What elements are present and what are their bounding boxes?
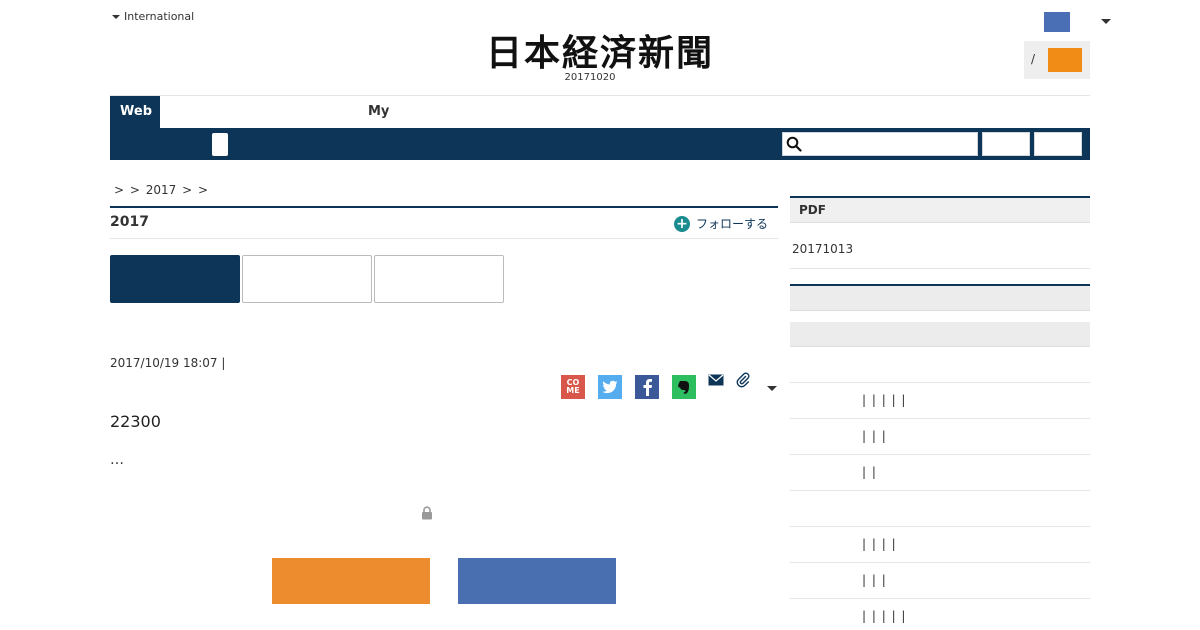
bird-icon <box>602 380 618 394</box>
twitter-icon[interactable] <box>598 375 622 399</box>
comme-label: CO ME <box>566 378 580 395</box>
follow-button[interactable]: + フォローする <box>674 215 768 232</box>
segment-tab-3[interactable] <box>374 255 504 303</box>
sidebar-subheader <box>790 322 1090 347</box>
sidebar-item-text: | | | <box>862 573 887 587</box>
register-button[interactable] <box>272 558 430 604</box>
header-divider <box>110 95 1090 96</box>
sidebar-list-item[interactable]: | | | <box>790 563 1090 599</box>
more-share-chevron-icon[interactable] <box>767 386 777 391</box>
heading-divider <box>110 238 778 239</box>
tab-my[interactable]: My <box>368 104 389 119</box>
search-icon[interactable] <box>786 136 802 152</box>
sidebar-list-item[interactable]: | | | | <box>790 527 1090 563</box>
paper-date: 20171020 <box>564 72 616 83</box>
lock-icon <box>422 506 432 520</box>
sidebar-item-text: | | | | <box>862 537 897 551</box>
sidebar-pdf-date[interactable]: 20171013 <box>792 242 853 256</box>
article-ellipsis: … <box>110 452 124 468</box>
breadcrumb[interactable]: > > 2017 > > <box>114 183 208 197</box>
login-separator: / <box>1031 52 1036 66</box>
segment-tab-2[interactable] <box>242 255 372 303</box>
mail-icon[interactable] <box>708 374 724 386</box>
sidebar-item-text: | | | | | <box>862 609 907 623</box>
nav-item[interactable] <box>212 133 228 156</box>
search-input[interactable] <box>782 132 978 156</box>
tab-web[interactable]: Web <box>110 96 160 128</box>
subscribe-button[interactable] <box>1048 48 1082 72</box>
sidebar-section-header <box>790 286 1090 311</box>
sidebar-list-item[interactable]: | | | <box>790 419 1090 455</box>
article-lead: 22300 <box>110 412 161 431</box>
page-title: 2017 <box>110 214 149 230</box>
sidebar-item-text: | | <box>862 465 877 479</box>
edition-selector[interactable]: International <box>112 10 194 23</box>
site-logo[interactable]: 日本経済新聞 <box>450 24 750 76</box>
heading-rule <box>110 206 778 208</box>
f-logo-icon <box>643 379 652 396</box>
region-flag-icon[interactable] <box>1044 12 1070 32</box>
comme-share-icon[interactable]: CO ME <box>561 375 585 399</box>
search-button[interactable] <box>982 132 1030 156</box>
evernote-icon[interactable] <box>672 375 696 399</box>
sidebar-item-text: | | | | | <box>862 393 907 407</box>
caret-down-icon <box>112 14 120 19</box>
sidebar-list-item[interactable]: | | | | | <box>790 599 1090 630</box>
login-button[interactable] <box>458 558 616 604</box>
chevron-down-icon[interactable] <box>1101 19 1111 24</box>
advanced-search-button[interactable] <box>1034 132 1082 156</box>
sidebar-item-text: | | | <box>862 429 887 443</box>
sidebar-list-item[interactable] <box>790 491 1090 527</box>
sidebar-list-item[interactable]: | | <box>790 455 1090 491</box>
follow-label: フォローする <box>696 217 769 231</box>
sidebar-list-item[interactable]: | | | | | <box>790 383 1090 419</box>
edition-label: International <box>124 10 195 23</box>
sidebar-pdf-header: PDF <box>790 198 1090 223</box>
clip-icon[interactable] <box>736 372 750 388</box>
article-timestamp: 2017/10/19 18:07 | <box>110 356 226 370</box>
facebook-icon[interactable] <box>635 375 659 399</box>
plus-icon: + <box>674 215 690 232</box>
sidebar-divider <box>790 268 1090 269</box>
segment-tab-1[interactable] <box>110 255 240 303</box>
elephant-icon <box>678 381 689 394</box>
